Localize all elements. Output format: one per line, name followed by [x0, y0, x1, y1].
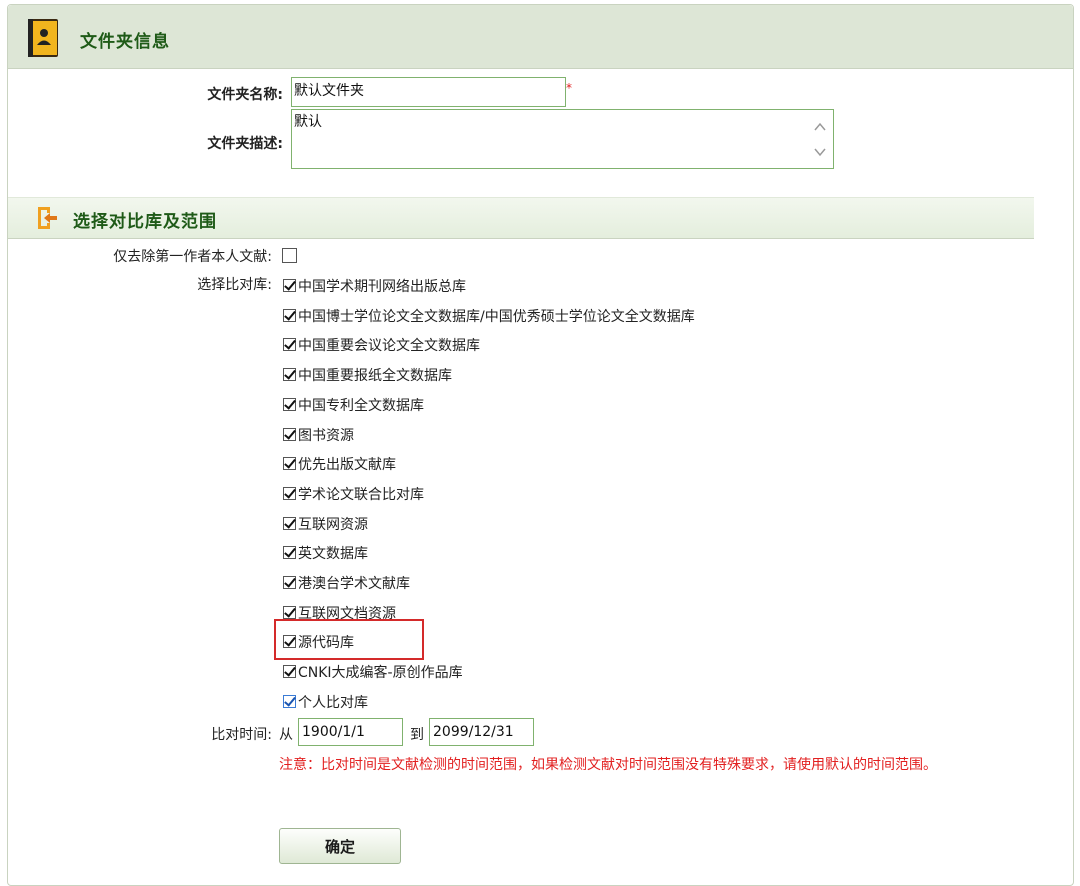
folder-desc-label: 文件夹描述:: [207, 136, 283, 152]
highlight-box: [274, 619, 424, 660]
section-title: 选择对比库及范围: [73, 212, 217, 232]
select-db-label: 选择比对库:: [197, 277, 272, 293]
scroll-down-icon[interactable]: [813, 145, 827, 159]
database-label: 中国重要会议论文全文数据库: [298, 338, 480, 354]
database-label: 中国专利全文数据库: [298, 398, 424, 414]
scroll-up-icon[interactable]: [813, 120, 827, 134]
database-checkbox[interactable]: [283, 546, 296, 559]
folder-desc-textarea[interactable]: 默认: [291, 109, 834, 169]
database-label: 优先出版文献库: [298, 457, 396, 473]
database-label: 中国重要报纸全文数据库: [298, 368, 452, 384]
time-range-note: 注意：比对时间是文献检测的时间范围，如果检测文献对时间范围没有特殊要求，请使用默…: [279, 757, 937, 773]
database-checkbox[interactable]: [283, 338, 296, 351]
database-label: 中国博士学位论文全文数据库/中国优秀硕士学位论文全文数据库: [298, 309, 695, 325]
database-label: 港澳台学术文献库: [298, 576, 410, 592]
database-label: 图书资源: [298, 428, 354, 444]
database-label: 个人比对库: [298, 695, 368, 711]
database-label: CNKI大成编客-原创作品库: [298, 665, 463, 681]
exclude-first-author-label: 仅去除第一作者本人文献:: [113, 249, 272, 265]
database-checkbox[interactable]: [283, 368, 296, 381]
database-checkbox[interactable]: [283, 695, 296, 708]
exclude-first-author-checkbox[interactable]: [282, 248, 297, 263]
database-checkbox[interactable]: [283, 606, 296, 619]
folder-name-label: 文件夹名称:: [207, 87, 283, 103]
database-checkbox[interactable]: [283, 398, 296, 411]
to-date-input[interactable]: 2099/12/31: [429, 718, 534, 746]
panel-header: 文件夹信息: [8, 5, 1073, 69]
database-label: 英文数据库: [298, 546, 368, 562]
to-label: 到: [410, 727, 424, 743]
database-checkbox[interactable]: [283, 517, 296, 530]
from-label: 从: [279, 727, 293, 743]
time-range-label: 比对时间:: [211, 727, 272, 743]
database-checkbox[interactable]: [283, 279, 296, 292]
database-checkbox[interactable]: [283, 487, 296, 500]
confirm-button[interactable]: 确定: [279, 828, 401, 864]
database-checkbox[interactable]: [283, 309, 296, 322]
compare-section-header: 选择对比库及范围: [8, 197, 1034, 239]
database-checkbox[interactable]: [283, 457, 296, 470]
from-date-input[interactable]: 1900/1/1: [298, 718, 403, 746]
folder-desc-text: 默认: [294, 114, 322, 130]
database-checkbox[interactable]: [283, 428, 296, 441]
database-checkbox[interactable]: [283, 576, 296, 589]
contact-book-icon: [28, 19, 58, 57]
database-label: 互联网资源: [298, 517, 368, 533]
database-label: 学术论文联合比对库: [298, 487, 424, 503]
required-mark: *: [566, 81, 572, 95]
database-label: 中国学术期刊网络出版总库: [298, 279, 466, 295]
database-checkbox[interactable]: [283, 665, 296, 678]
folder-name-input[interactable]: 默认文件夹: [291, 77, 566, 107]
panel-title: 文件夹信息: [80, 32, 170, 52]
exit-arrow-icon: [38, 207, 57, 229]
